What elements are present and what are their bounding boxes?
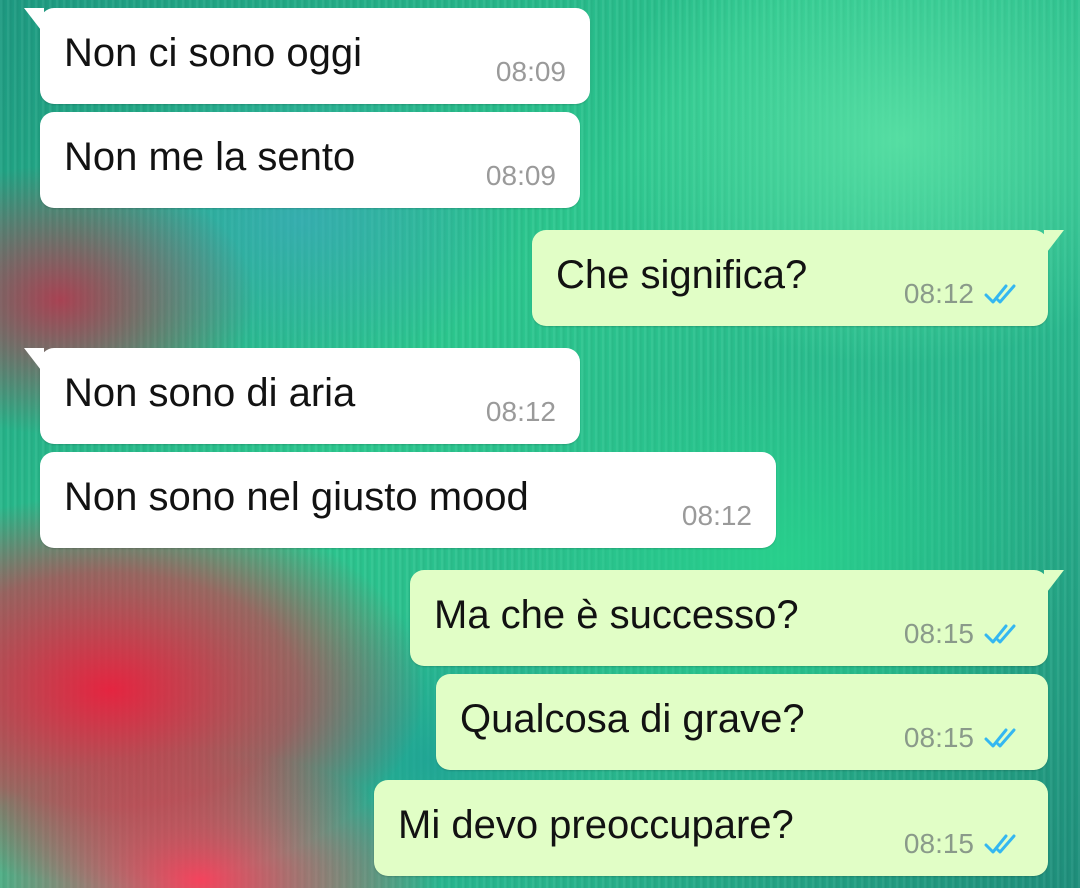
message-text: Mi devo preoccupare? [398, 803, 794, 847]
bubble-tail [1044, 230, 1064, 256]
message-meta: 08:12 [682, 500, 752, 532]
message-bubble-outgoing[interactable]: Mi devo preoccupare? 08:15 [374, 780, 1048, 876]
message-meta: 08:15 [904, 618, 1024, 650]
message-text: Che significa? [556, 253, 808, 297]
message-text: Non ci sono oggi [64, 31, 362, 75]
message-bubble-outgoing[interactable]: Qualcosa di grave? 08:15 [436, 674, 1048, 770]
message-meta: 08:12 [904, 278, 1024, 310]
message-text: Non me la sento [64, 135, 356, 179]
message-text: Qualcosa di grave? [460, 697, 805, 741]
bubble-tail [24, 348, 44, 374]
message-text: Ma che è successo? [434, 593, 799, 637]
message-time: 08:15 [903, 722, 974, 753]
message-time: 08:15 [903, 828, 974, 859]
message-bubble-incoming[interactable]: Non me la sento 08:09 [40, 112, 580, 208]
bubble-tail [1044, 570, 1064, 596]
message-bubble-outgoing[interactable]: Ma che è successo? 08:15 [410, 570, 1064, 666]
message-bubble-incoming[interactable]: Non sono nel giusto mood 08:12 [40, 452, 776, 548]
message-meta: 08:15 [904, 828, 1024, 860]
message-meta: 08:09 [496, 56, 566, 88]
bubble-tail [24, 8, 44, 34]
message-bubble-outgoing[interactable]: Che significa? 08:12 [532, 230, 1064, 326]
message-bubble-incoming[interactable]: Non sono di aria 08:12 [24, 348, 580, 444]
message-text: Non sono di aria [64, 371, 356, 415]
message-meta: 08:15 [904, 722, 1024, 754]
message-text: Non sono nel giusto mood [64, 475, 529, 519]
message-time: 08:15 [903, 618, 974, 649]
double-check-icon [984, 624, 1016, 644]
double-check-icon [984, 284, 1016, 304]
message-time: 08:09 [495, 56, 566, 87]
double-check-icon [984, 728, 1016, 748]
message-meta: 08:09 [486, 160, 556, 192]
message-time: 08:09 [485, 160, 556, 191]
double-check-icon [984, 834, 1016, 854]
message-time: 08:12 [903, 278, 974, 309]
message-bubble-incoming[interactable]: Non ci sono oggi 08:09 [24, 8, 590, 104]
chat-screen: { "messages": [ {"direction": "in", "tex… [0, 0, 1080, 888]
message-time: 08:12 [485, 396, 556, 427]
message-meta: 08:12 [486, 396, 556, 428]
message-time: 08:12 [681, 500, 752, 531]
